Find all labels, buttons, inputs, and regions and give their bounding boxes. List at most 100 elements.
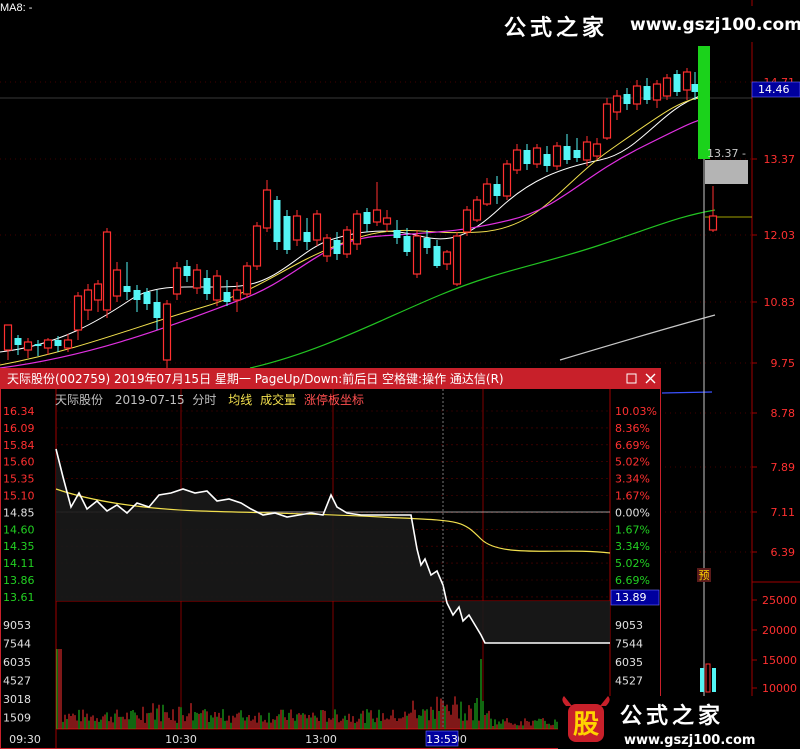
- volume-tick-left: 9053: [3, 619, 31, 632]
- price-tick-label: 6.39: [771, 546, 796, 559]
- candle-body-up: [602, 103, 612, 139]
- volume-bar: [705, 663, 711, 693]
- price-tick-label: 13.37: [764, 153, 796, 166]
- volume-tick-right: 4527: [615, 675, 643, 688]
- candle-body-down: [133, 290, 141, 300]
- candle-body-down: [153, 302, 161, 318]
- popup-title-bar[interactable]: 天际股份(002759) 2019年07月15日 星期一 PageUp/Down…: [1, 369, 660, 389]
- moving-average-lines: [0, 95, 752, 394]
- volume-tick-left: 6035: [3, 656, 31, 669]
- limit-up-marker: [698, 46, 710, 159]
- candle-body-up: [112, 269, 122, 297]
- intraday-pct-tick: 3.34%: [615, 473, 650, 486]
- price-tick-label: 7.89: [771, 461, 796, 474]
- volume-bar: [700, 668, 704, 692]
- candle-body-up: [242, 265, 252, 295]
- candle-body-up: [532, 147, 542, 165]
- candle-body-down: [123, 286, 131, 292]
- candle-body-down: [333, 240, 341, 254]
- intraday-pct-tick: 6.69%: [615, 574, 650, 587]
- intraday-pct-tick: 1.67%: [615, 490, 650, 503]
- forecast-badge-label: 预: [699, 569, 710, 582]
- maximize-button[interactable]: [625, 372, 638, 385]
- candlesticks: [3, 68, 718, 368]
- intraday-mode: 分时: [192, 393, 217, 407]
- brand-url: www.gszj100.com: [630, 15, 800, 35]
- intraday-stock-name: 天际股份: [55, 393, 104, 407]
- ma5-line: [0, 95, 701, 353]
- intraday-price-tick: 16.09: [3, 422, 35, 435]
- cursor-time: 13:53: [426, 733, 458, 746]
- candle-body-down: [673, 74, 681, 92]
- candle-body-down: [493, 184, 501, 196]
- price-tick-label: 12.03: [764, 229, 796, 242]
- candle-body-up: [23, 341, 33, 351]
- candle-body-down: [363, 212, 371, 224]
- volume-bar: [712, 668, 716, 692]
- brand-logo-url: www.gszj100.com: [624, 733, 755, 748]
- stock-chart-window: 13.37 -预 14.7113.3712.0310.839.758.787.8…: [0, 0, 800, 749]
- price-tick-label: 9.75: [771, 357, 796, 370]
- intraday-chart[interactable]: 16.34 10.03% 16.09 8.36% 15.84 6.69% 15.60 5.02…: [1, 389, 660, 748]
- intraday-pct-tick: 8.36%: [615, 422, 650, 435]
- price-tick-label: 7.11: [771, 506, 796, 519]
- intraday-popup[interactable]: 天际股份(002759) 2019年07月15日 星期一 PageUp/Down…: [0, 368, 661, 749]
- candle-body-up: [172, 267, 182, 295]
- candle-body-up: [322, 237, 332, 257]
- candle-body-down: [183, 266, 191, 276]
- candle-body-up: [93, 283, 103, 301]
- avg-line-legend[interactable]: 均线: [228, 393, 252, 407]
- candle-body-down: [691, 84, 699, 92]
- candle-body-down: [573, 150, 581, 158]
- candle-body-up: [352, 213, 362, 245]
- brand-logo-name: 公式之家: [620, 703, 724, 729]
- volume-tick-label: 15000: [762, 654, 797, 667]
- intraday-price-tick: 15.84: [3, 439, 35, 452]
- brand-logo-bottom: 股 公式之家 www.gszj100.com: [558, 696, 800, 749]
- candle-body-up: [292, 215, 302, 241]
- candle-body-up: [162, 303, 172, 361]
- volume-legend[interactable]: 成交量: [260, 393, 296, 407]
- intraday-price-tick: 14.85: [3, 506, 35, 519]
- candle-body-down: [203, 278, 211, 294]
- candle-body-down: [393, 230, 401, 238]
- intraday-price-tick: 14.60: [3, 523, 35, 536]
- candle-body-down: [523, 150, 531, 164]
- intraday-subheader: 天际股份 2019-07-15 分时 均线 成交量 涨停板坐标: [55, 391, 372, 408]
- volume-tick-left: 1509: [3, 712, 31, 725]
- volume-tick-label: 20000: [762, 624, 797, 637]
- limit-axis-legend[interactable]: 涨停板坐标: [304, 393, 364, 407]
- popup-title: 天际股份(002759) 2019年07月15日 星期一 PageUp/Down…: [7, 372, 504, 386]
- candle-body-up: [662, 77, 672, 97]
- candle-body-up: [262, 189, 272, 229]
- maximize-icon: [626, 373, 637, 384]
- chart-overlays: 13.37 - 预: [697, 46, 748, 749]
- candle-body-up: [442, 251, 452, 265]
- candle-body-up: [482, 183, 492, 205]
- candle-body-up: [102, 231, 112, 311]
- candle-body-down: [423, 238, 431, 248]
- candle-body-down: [543, 154, 551, 166]
- intraday-pct-tick: 10.03%: [615, 405, 657, 418]
- ma120-line: [559, 314, 716, 361]
- candle-body-down: [623, 94, 631, 104]
- volume-tick-left: 4527: [3, 675, 31, 688]
- price-tick-label: 8.78: [771, 407, 796, 420]
- candle-body-up: [462, 209, 472, 233]
- close-button[interactable]: [644, 372, 657, 385]
- candle-body-up: [512, 149, 522, 171]
- candle-body-up: [73, 295, 83, 331]
- candle-body-down: [34, 344, 42, 346]
- intraday-current-price: 13.89: [615, 591, 647, 604]
- candle-body-up: [708, 215, 718, 231]
- forecast-price-label: 13.37 -: [707, 147, 746, 160]
- candle-body-down: [303, 232, 311, 242]
- current-price-label: 14.46: [758, 83, 790, 96]
- candle-body-up: [582, 141, 592, 161]
- candle-body-up: [63, 339, 73, 349]
- candle-body-up: [83, 289, 93, 311]
- candle-body-up: [502, 163, 512, 197]
- intraday-price-tick: 13.61: [3, 591, 35, 604]
- intraday-price-tick: 14.11: [3, 557, 35, 570]
- intraday-pct-tick: 5.02%: [615, 456, 650, 469]
